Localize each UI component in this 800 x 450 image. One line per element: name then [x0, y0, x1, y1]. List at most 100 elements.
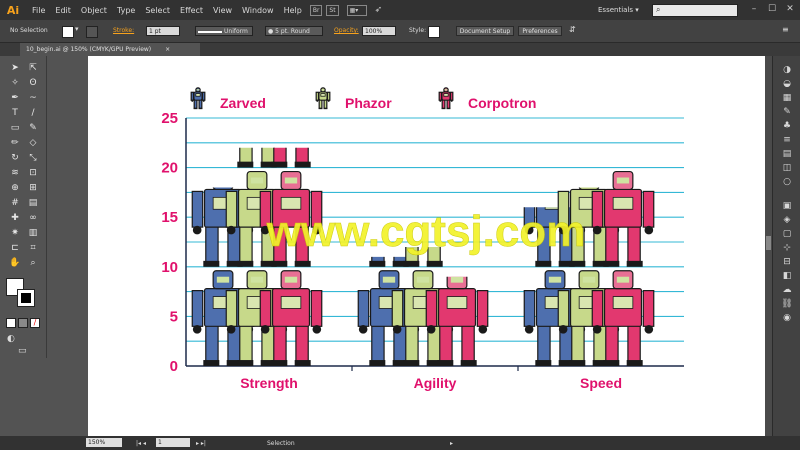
column-graph[interactable]: 0 5 10 15 20 25 Strength Agility Speed Zarved Phaz… — [88, 56, 765, 436]
pen-tool-icon[interactable]: ✒ — [8, 92, 22, 104]
pathfinder-icon[interactable]: ◧ — [780, 270, 794, 282]
align-icon[interactable]: ⊟ — [780, 256, 794, 268]
magic-wand-icon[interactable]: ✧ — [8, 77, 22, 89]
maximize-icon[interactable]: ☐ — [766, 3, 778, 15]
appearance-icon[interactable]: ○ — [780, 176, 794, 188]
libraries-icon[interactable]: ☁ — [780, 284, 794, 296]
transform-icon[interactable]: ⊹ — [780, 242, 794, 254]
symbol-sprayer-icon[interactable]: ✷ — [8, 227, 22, 239]
vertical-scrollbar[interactable] — [765, 56, 772, 436]
menu-view[interactable]: View — [213, 6, 232, 15]
scale-tool-icon[interactable]: ⤡ — [26, 152, 40, 164]
screen-mode-icon[interactable]: ▭ — [18, 346, 27, 356]
arrange-documents-icon[interactable]: ▦▾ — [346, 4, 367, 16]
perspective-grid-icon[interactable]: ⊞ — [26, 182, 40, 194]
search-input[interactable]: ⌕ — [652, 4, 738, 17]
gpu-performance-icon[interactable]: ➶ — [375, 5, 383, 15]
navigator-icon[interactable]: ◉ — [780, 312, 794, 324]
stroke-weight-field[interactable]: 1 pt — [146, 26, 180, 36]
bridge-button[interactable]: Br — [309, 4, 323, 16]
slice-tool-icon[interactable]: ⌗ — [26, 242, 40, 254]
symbols-icon[interactable]: ♣ — [780, 120, 794, 132]
next-artboard-icon[interactable]: ▸ ▸| — [196, 439, 206, 448]
arrange-icon[interactable]: ⇵ — [569, 25, 576, 34]
preferences-button[interactable]: Preferences — [518, 26, 562, 36]
menu-window[interactable]: Window — [242, 6, 274, 15]
eyedropper-icon[interactable]: ✚ — [8, 212, 22, 224]
type-tool-icon[interactable]: T — [8, 107, 22, 119]
graphic-style-swatch[interactable] — [428, 26, 440, 38]
document-setup-button[interactable]: Document Setup — [456, 26, 514, 36]
variable-width-profile[interactable]: Uniform — [195, 26, 253, 36]
blend-tool-icon[interactable]: ∞ — [26, 212, 40, 224]
stroke-swatch[interactable] — [86, 26, 98, 38]
brushes-icon[interactable]: ✎ — [780, 106, 794, 118]
lasso-icon[interactable]: ʘ — [26, 77, 40, 89]
transparency-icon[interactable]: ◫ — [780, 162, 794, 174]
minimize-icon[interactable]: – — [748, 3, 760, 15]
status-menu-icon[interactable]: ▸ — [450, 439, 453, 448]
stroke-label[interactable]: Stroke: — [113, 27, 134, 34]
pencil-icon[interactable]: ✏ — [8, 137, 22, 149]
menu-file[interactable]: File — [32, 6, 45, 15]
close-tab-icon[interactable]: × — [165, 46, 170, 53]
artboard-tool-icon[interactable]: ⊏ — [8, 242, 22, 254]
hand-tool-icon[interactable]: ✋ — [8, 257, 22, 269]
stock-button[interactable]: St — [326, 4, 339, 16]
eraser-icon[interactable]: ◇ — [26, 137, 40, 149]
document-tab[interactable]: 10_begin.ai @ 150% (CMYK/GPU Preview) × — [20, 43, 200, 56]
paintbrush-icon[interactable]: ✎ — [26, 122, 40, 134]
rectangle-tool-icon[interactable]: ▭ — [8, 122, 22, 134]
workspace-label: Essentials — [598, 6, 634, 14]
gradient-mode-icon[interactable] — [18, 318, 28, 328]
workspace-switcher[interactable]: Essentials ▾ — [598, 6, 639, 14]
artboard[interactable]: 0 5 10 15 20 25 Strength Agility Speed Zarved Phaz… — [88, 56, 765, 436]
menu-edit[interactable]: Edit — [55, 6, 71, 15]
legend-label: Corpotron — [468, 95, 536, 111]
menu-effect[interactable]: Effect — [180, 6, 203, 15]
color-panel-icon[interactable]: ◑ — [780, 64, 794, 76]
width-tool-icon[interactable]: ≋ — [8, 167, 22, 179]
menu-select[interactable]: Select — [145, 6, 170, 15]
line-segment-icon[interactable]: / — [26, 107, 40, 119]
links-icon[interactable]: ⛓ — [780, 298, 794, 310]
stroke-panel-icon[interactable]: ≡ — [780, 134, 794, 146]
menu-object[interactable]: Object — [81, 6, 107, 15]
close-window-icon[interactable]: ✕ — [784, 3, 796, 15]
color-guide-icon[interactable]: ◒ — [780, 78, 794, 90]
color-mode-icon[interactable] — [6, 318, 16, 328]
artboard-number-field[interactable]: 1 — [156, 438, 190, 447]
panel-menu-icon[interactable]: ≡ — [782, 25, 789, 34]
curvature-tool-icon[interactable]: ~ — [26, 92, 40, 104]
draw-mode-icon[interactable]: ◐ — [7, 334, 15, 344]
graphic-styles-icon[interactable]: ▣ — [780, 200, 794, 212]
gradient-panel-icon[interactable]: ▤ — [780, 148, 794, 160]
layers-icon[interactable]: ◈ — [780, 214, 794, 226]
menu-help[interactable]: Help — [284, 6, 302, 15]
shape-builder-icon[interactable]: ⊕ — [8, 182, 22, 194]
artboards-icon[interactable]: ▢ — [780, 228, 794, 240]
stroke-color-box[interactable] — [17, 289, 35, 307]
scroll-thumb[interactable] — [766, 236, 771, 250]
zoom-tool-icon[interactable]: ⌕ — [26, 257, 40, 269]
selection-tool-icon[interactable]: ➤ — [8, 62, 22, 74]
swatches-icon[interactable]: ▦ — [780, 92, 794, 104]
fill-dropdown-icon[interactable]: ▾ — [75, 25, 79, 33]
direct-selection-tool-icon[interactable]: ⇱ — [26, 62, 40, 74]
y-tick-label: 0 — [170, 358, 178, 375]
mesh-tool-icon[interactable]: # — [8, 197, 22, 209]
menu-type[interactable]: Type — [117, 6, 135, 15]
opacity-label[interactable]: Opacity: — [334, 27, 359, 34]
none-mode-icon[interactable]: / — [30, 318, 40, 328]
opacity-field[interactable]: 100% — [362, 26, 396, 36]
brush-definition[interactable]: ● 5 pt. Round — [265, 26, 323, 36]
rotate-tool-icon[interactable]: ↻ — [8, 152, 22, 164]
gradient-tool-icon[interactable]: ▤ — [26, 197, 40, 209]
y-tick-label: 25 — [161, 110, 178, 127]
free-transform-icon[interactable]: ⊡ — [26, 167, 40, 179]
zoom-field[interactable]: 150% — [86, 438, 122, 447]
first-artboard-icon[interactable]: |◂ ◂ — [136, 439, 146, 448]
fill-swatch[interactable] — [62, 26, 74, 38]
brush-label: 5 pt. Round — [275, 28, 310, 35]
column-graph-tool-icon[interactable]: ▥ — [26, 227, 40, 239]
